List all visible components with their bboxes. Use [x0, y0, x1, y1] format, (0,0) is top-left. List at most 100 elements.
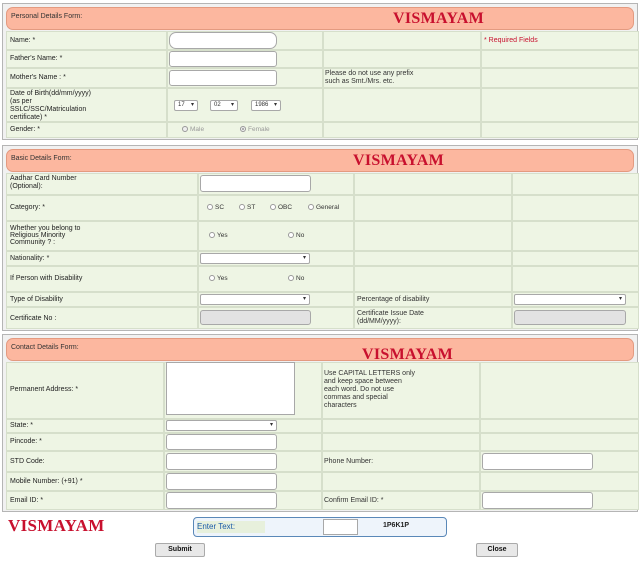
gender-male-radio[interactable]: Male [182, 126, 204, 134]
father-row: Father's Name: * [6, 50, 639, 68]
personal-details-panel: Personal Details Form: VISMAYAM Name: * … [2, 3, 639, 140]
confirm-email-input[interactable] [482, 492, 593, 509]
chevron-down-icon: ▾ [273, 102, 277, 108]
pincode-row: Pincode: * [6, 433, 639, 451]
disability-row: If Person with Disability Yes No [6, 266, 639, 292]
address-note-line-5: characters [324, 402, 357, 409]
minority-no-radio[interactable]: No [288, 232, 304, 240]
minority-row: Whether you belong to Religious Minority… [6, 221, 639, 251]
brand-watermark: VISMAYAM [393, 10, 485, 27]
chevron-down-icon: ▾ [302, 255, 306, 261]
personal-details-header: Personal Details Form: VISMAYAM [6, 7, 634, 30]
category-sc-label: SC [215, 204, 225, 211]
certificate-no-input[interactable] [200, 310, 311, 325]
category-sc-radio[interactable]: SC [207, 204, 224, 212]
category-obc-radio[interactable]: OBC [270, 204, 292, 212]
dob-row: Date of Birth(dd/mm/yyyy) (as per SSLC/S… [6, 88, 639, 122]
address-note-line-1: Use CAPITAL LETTERS only [324, 370, 416, 377]
basic-details-header: Basic Details Form: VISMAYAM [6, 149, 634, 172]
state-select[interactable]: ▾ [166, 420, 277, 431]
nationality-row: Nationality: * ▾ [6, 251, 639, 266]
chevron-down-icon: ▾ [190, 102, 194, 108]
dob-month-select[interactable]: 02 ▾ [210, 100, 238, 111]
email-row: Email ID: * Confirm Email ID: * [6, 491, 639, 510]
minority-yes-radio[interactable]: Yes [209, 232, 228, 240]
captcha-label: Enter Text: [197, 521, 265, 533]
disability-label: If Person with Disability [10, 275, 83, 282]
mobile-row: Mobile Number: (+91) * [6, 472, 639, 491]
dob-label-line-1: Date of Birth(dd/mm/yyyy) [10, 90, 91, 97]
father-name-input[interactable] [169, 51, 277, 67]
minority-yes-label: Yes [217, 232, 228, 239]
minority-label-line-3: Community ? : [10, 239, 56, 246]
email-label: Email ID: * [10, 497, 44, 504]
nationality-label: Nationality: * [10, 255, 50, 262]
disability-type-select[interactable]: ▾ [200, 294, 310, 305]
contact-details-panel: Contact Details Form: VISMAYAM Permanent… [2, 334, 639, 512]
pincode-label: Pincode: * [10, 438, 42, 445]
address-note-line-4: commas and special [324, 394, 388, 401]
email-input[interactable] [166, 492, 277, 509]
disability-no-label: No [296, 275, 305, 282]
dob-year-value: 1986 [255, 102, 269, 108]
mobile-number-input[interactable] [166, 473, 277, 490]
pincode-input[interactable] [166, 434, 277, 450]
brand-watermark: VISMAYAM [8, 516, 105, 535]
captcha-input[interactable] [323, 519, 358, 535]
std-code-input[interactable] [166, 453, 277, 470]
category-st-radio[interactable]: ST [239, 204, 255, 212]
address-row: Permanent Address: * Use CAPITAL LETTERS… [6, 362, 639, 419]
category-general-label: General [316, 204, 340, 211]
permanent-address-label: Permanent Address: * [10, 386, 79, 393]
aadhar-label-line-1: Aadhar Card Number [10, 175, 77, 182]
gender-label: Gender: * [10, 126, 40, 133]
disability-yes-label: Yes [217, 275, 228, 282]
mother-note-line-2: such as Smt./Mrs. etc. [325, 78, 395, 85]
close-button[interactable]: Close [476, 543, 518, 557]
phone-number-label: Phone Number: [324, 458, 374, 465]
aadhar-input[interactable] [200, 175, 311, 192]
address-note-line-3: each word. Do not use [324, 386, 395, 393]
disability-yes-radio[interactable]: Yes [209, 275, 228, 283]
brand-watermark: VISMAYAM [353, 152, 445, 169]
category-general-radio[interactable]: General [308, 204, 339, 212]
captcha-box: Enter Text: 1P6K1P [193, 517, 447, 537]
certificate-date-label-line-1: Certificate Issue Date [357, 310, 424, 317]
personal-details-title: Personal Details Form: [11, 13, 83, 20]
dob-label-line-2: (as per [10, 98, 32, 105]
certificate-date-label-line-2: (dd/MM/yyyy): [357, 318, 401, 325]
std-phone-row: STD Code: Phone Number: [6, 451, 639, 472]
std-code-label: STD Code: [10, 458, 45, 465]
nationality-select[interactable]: ▾ [200, 253, 310, 264]
permanent-address-textarea[interactable] [166, 362, 295, 415]
category-obc-label: OBC [278, 204, 293, 211]
address-note-line-2: and keep space between [324, 378, 402, 385]
dob-label-line-3: SSLC/SSC/Matriculation [10, 106, 87, 113]
category-row: Category: * SC ST OBC General [6, 195, 639, 221]
gender-male-label: Male [190, 126, 205, 133]
disability-type-label: Type of Disability [10, 296, 63, 303]
state-label: State: * [10, 422, 33, 429]
chevron-down-icon: ▾ [618, 296, 622, 302]
dob-day-select[interactable]: 17 ▾ [174, 100, 198, 111]
dob-label-line-4: certificate) * [10, 114, 47, 121]
mother-note-line-1: Please do not use any prefix [325, 70, 414, 77]
state-row: State: * ▾ [6, 419, 639, 433]
disability-type-row: Type of Disability ▾ Percentage of disab… [6, 292, 639, 307]
chevron-down-icon: ▾ [302, 296, 306, 302]
disability-no-radio[interactable]: No [288, 275, 304, 283]
submit-button[interactable]: Submit [155, 543, 205, 557]
mother-name-label: Mother's Name : * [10, 74, 66, 81]
contact-details-header: Contact Details Form: VISMAYAM [6, 338, 634, 363]
mother-name-input[interactable] [169, 70, 277, 86]
dob-year-select[interactable]: 1986 ▾ [251, 100, 281, 111]
father-name-label: Father's Name: * [10, 55, 63, 62]
minority-no-label: No [296, 232, 305, 239]
gender-female-radio[interactable]: Female [240, 126, 270, 134]
category-st-label: ST [247, 204, 256, 211]
aadhar-label-line-2: (Optional): [10, 183, 43, 190]
name-input[interactable] [169, 32, 277, 49]
certificate-date-input[interactable] [514, 310, 626, 325]
percentage-disability-select[interactable]: ▾ [514, 294, 626, 305]
phone-number-input[interactable] [482, 453, 593, 470]
